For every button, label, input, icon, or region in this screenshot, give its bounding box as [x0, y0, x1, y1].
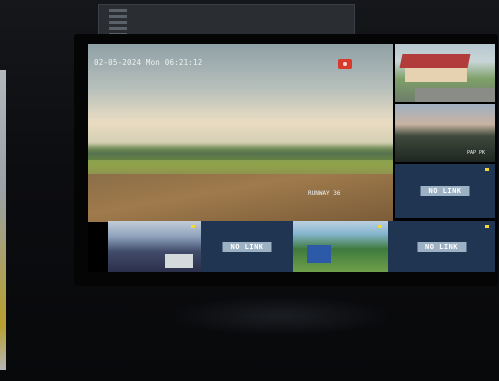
- treeline: [88, 144, 393, 160]
- room-background: 02-05-2024 Mon 06:21:12 RUNWAY 36 PAP PK…: [0, 0, 499, 381]
- runway-field: [88, 174, 393, 222]
- status-indicator-icon: [485, 168, 489, 171]
- terminal-building: [165, 254, 193, 268]
- camera-view-sunset[interactable]: PAP PK: [395, 104, 495, 162]
- recording-icon: [338, 59, 352, 69]
- cctv-screen[interactable]: 02-05-2024 Mon 06:21:12 RUNWAY 36 PAP PK…: [88, 44, 495, 272]
- camera-view-no-link[interactable]: NO LINK: [395, 164, 495, 218]
- left-edge-object: [0, 70, 6, 370]
- camera-view-runway[interactable]: [108, 221, 201, 272]
- no-link-label: NO LINK: [416, 241, 467, 252]
- main-camera-view[interactable]: 02-05-2024 Mon 06:21:12 RUNWAY 36: [88, 44, 393, 222]
- house-roof: [399, 54, 471, 68]
- camera-label: PAP PK: [467, 150, 486, 156]
- camera-label: RUNWAY 36: [308, 190, 341, 197]
- camera-view-no-link[interactable]: NO LINK: [388, 221, 495, 272]
- floor-reflection: [170, 296, 390, 336]
- camera-view-park[interactable]: [293, 221, 388, 272]
- driveway: [415, 88, 495, 102]
- status-indicator-icon: [378, 225, 382, 228]
- equipment-vent: [109, 9, 127, 35]
- datetime-overlay: 02-05-2024 Mon 06:21:12: [94, 58, 203, 67]
- no-link-label: NO LINK: [420, 186, 470, 196]
- camera-view-no-link[interactable]: NO LINK: [201, 221, 293, 272]
- no-link-label: NO LINK: [222, 241, 272, 252]
- kiosk: [307, 245, 331, 263]
- house-wall: [405, 68, 467, 82]
- status-indicator-icon: [485, 225, 489, 228]
- status-indicator-icon: [191, 225, 195, 228]
- camera-view-house[interactable]: [395, 44, 495, 102]
